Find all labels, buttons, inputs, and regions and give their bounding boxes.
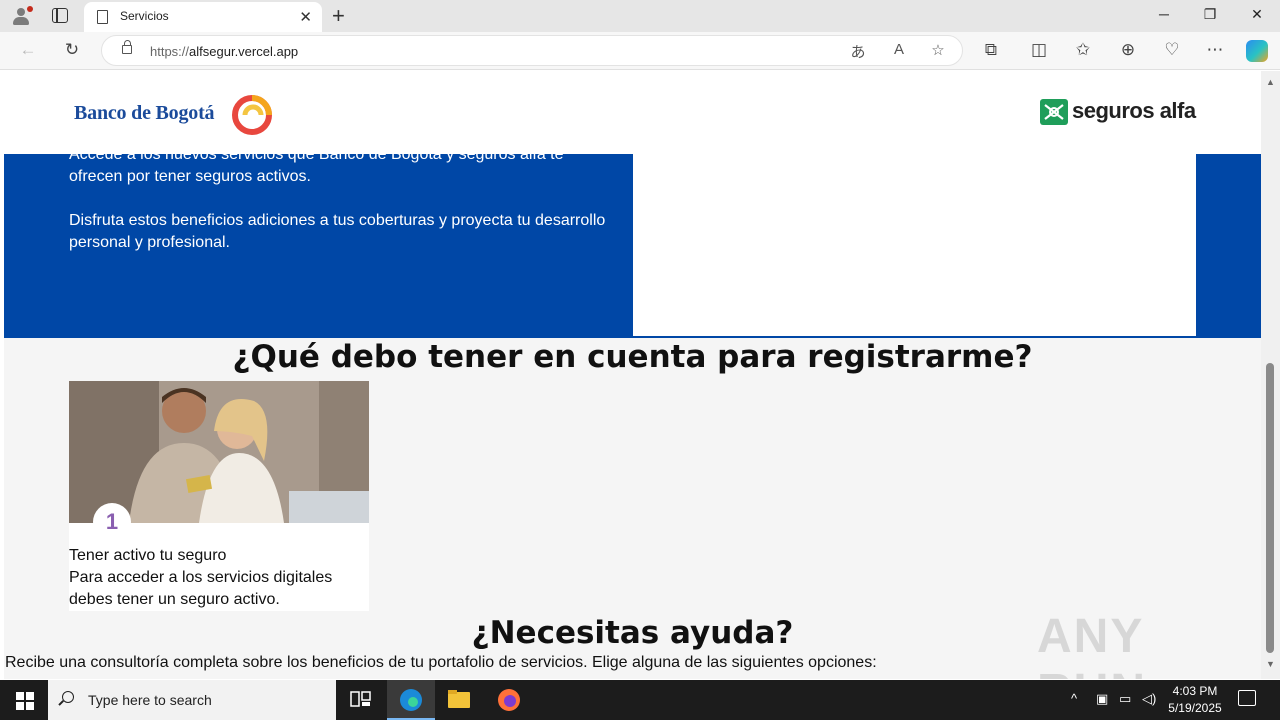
notification-icon[interactable]	[1238, 690, 1256, 706]
copilot-icon[interactable]	[1246, 40, 1268, 62]
read-aloud-icon[interactable]: A	[889, 41, 909, 58]
taskbar-clock[interactable]: 4:03 PM 5/19/2025	[1160, 683, 1230, 717]
url-text[interactable]: https://alfsegur.vercel.app	[150, 44, 298, 59]
seguros-alfa-mark-icon	[1040, 99, 1068, 125]
windows-taskbar: Type here to search ^ ▣ ▭ ◁) 4:03 PM 5/1…	[0, 680, 1280, 720]
couple-photo	[69, 381, 369, 523]
meet-now-icon[interactable]: ▣	[1096, 691, 1108, 707]
extensions-icon[interactable]: ⧉	[980, 40, 1002, 60]
windows-start-icon[interactable]	[16, 692, 34, 710]
hero-paragraph-2: Disfruta estos beneficios adiciones a tu…	[69, 212, 606, 251]
back-icon[interactable]: ←	[17, 40, 39, 60]
refresh-icon[interactable]: ↻	[61, 40, 83, 60]
step-title: Tener activo tu seguro	[69, 547, 227, 564]
lock-icon[interactable]	[122, 40, 132, 54]
close-tab-icon[interactable]: ✕	[299, 8, 312, 26]
profile-icon[interactable]	[10, 6, 33, 26]
tab-actions-icon[interactable]	[52, 8, 68, 23]
volume-icon[interactable]: ◁)	[1142, 691, 1156, 707]
scroll-down-icon[interactable]: ▼	[1266, 659, 1275, 669]
scroll-thumb[interactable]	[1266, 363, 1274, 653]
tab-title: Servicios	[120, 9, 169, 23]
firefox-icon[interactable]	[485, 680, 533, 720]
restore-icon[interactable]: ❐	[1200, 6, 1220, 23]
clock-date: 5/19/2025	[1168, 701, 1222, 715]
page-scrollbar[interactable]: ▲ ▼	[1261, 71, 1280, 679]
search-icon	[62, 691, 74, 703]
site-header: Banco de Bogotá seguros alfa	[4, 71, 1261, 154]
step-card: 1 Tener activo tu seguro Para acceder a …	[69, 381, 369, 611]
minimize-icon[interactable]: ─	[1154, 6, 1174, 22]
more-menu-icon[interactable]: ⋯	[1204, 40, 1226, 60]
page-icon	[97, 10, 108, 24]
step-description: Para acceder a los servicios digitales d…	[69, 569, 333, 608]
file-explorer-icon[interactable]	[435, 680, 483, 720]
scroll-up-icon[interactable]: ▲	[1266, 77, 1275, 87]
page-viewport: Banco de Bogotá seguros alfa Accede a lo…	[4, 71, 1261, 679]
collections-icon[interactable]: ⊕	[1117, 40, 1139, 60]
banco-de-bogota-mark-icon	[232, 95, 272, 135]
search-placeholder: Type here to search	[88, 692, 212, 708]
new-tab-button[interactable]: +	[332, 3, 345, 29]
step-number-badge: 1	[93, 503, 131, 541]
hero-text: Accede a los nuevos servicios que Banco …	[69, 144, 619, 276]
anyrun-watermark: ANY RUN	[1037, 610, 1145, 679]
show-hidden-icons-icon[interactable]: ^	[1071, 691, 1077, 706]
translate-icon[interactable]: あ	[848, 41, 868, 62]
task-view-icon[interactable]	[336, 680, 384, 720]
network-icon[interactable]: ▭	[1119, 691, 1131, 707]
close-window-icon[interactable]: ✕	[1247, 6, 1267, 23]
help-description: Recibe una consultoría completa sobre lo…	[5, 654, 877, 671]
favorites-icon[interactable]: ✩	[1072, 40, 1094, 60]
hero-image-panel	[633, 154, 1196, 336]
browser-toolbar: ← ↻ https://alfsegur.vercel.app あ A ☆ ⧉ …	[0, 32, 1280, 70]
clock-time: 4:03 PM	[1172, 684, 1218, 698]
registration-section-title: ¿Qué debo tener en cuenta para registrar…	[232, 339, 1033, 375]
tab-strip: Servicios ✕ + ─ ❐ ✕	[0, 0, 1280, 32]
address-bar[interactable]: https://alfsegur.vercel.app あ A ☆	[101, 35, 963, 66]
browser-essentials-icon[interactable]: ♡	[1161, 40, 1183, 60]
split-screen-icon[interactable]: ◫	[1028, 40, 1050, 60]
browser-tab-servicios[interactable]: Servicios ✕	[84, 2, 322, 32]
hero-banner: Accede a los nuevos servicios que Banco …	[4, 146, 1261, 338]
favorite-star-icon[interactable]: ☆	[928, 41, 948, 59]
step-text: Tener activo tu seguro Para acceder a lo…	[69, 545, 369, 611]
edge-taskbar-icon[interactable]	[387, 680, 435, 720]
taskbar-search-box[interactable]: Type here to search	[48, 680, 336, 720]
